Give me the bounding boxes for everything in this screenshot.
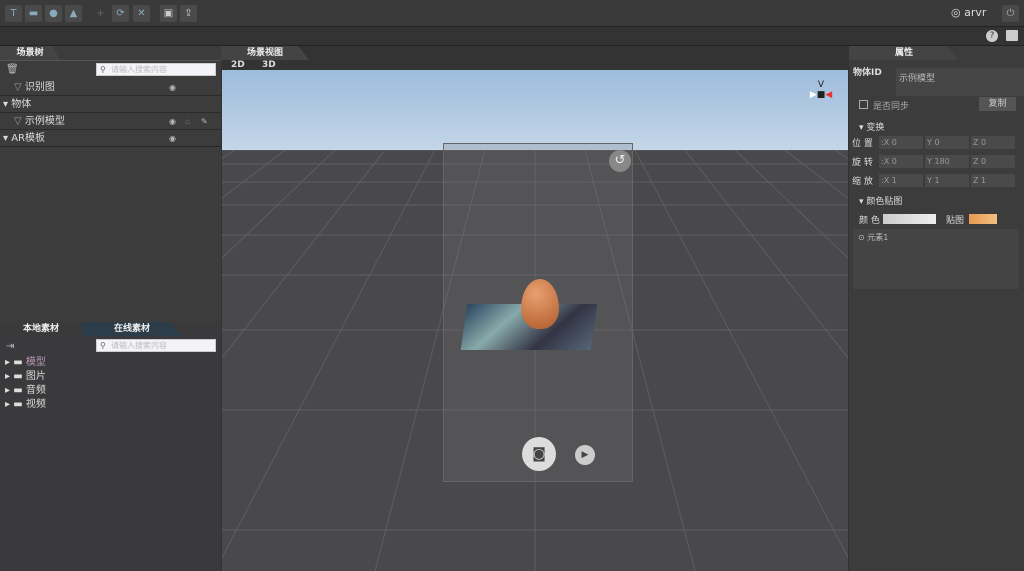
edit-icon[interactable]: ✎: [201, 114, 208, 130]
scene-search-input[interactable]: 请输入搜索内容: [96, 63, 216, 76]
element-item[interactable]: ⊙ 元素1: [858, 233, 888, 242]
power-icon[interactable]: ⏻: [1002, 5, 1019, 22]
transform-label: 位 置: [852, 139, 873, 149]
folder-item[interactable]: ▸ ▬ 模型: [5, 356, 46, 370]
tab-properties[interactable]: 属性: [849, 46, 959, 60]
tab-online-assets[interactable]: 在线素材: [82, 322, 182, 336]
object-id-input[interactable]: 示例模型: [896, 68, 1024, 96]
rotate-icon[interactable]: ↺: [609, 150, 631, 172]
color-swatch[interactable]: [883, 214, 936, 224]
y-field[interactable]: Y 0: [925, 136, 969, 149]
asset-search-input[interactable]: 请输入搜索内容: [96, 339, 216, 352]
scene-tree-panel: 场景树 🗑 请输入搜索内容 ▽ 识别图◉ ▾ 物体 ▽ 示例模型◉⌂✎ ▾ AR…: [0, 46, 221, 322]
material-section[interactable]: ▾ 颜色贴图: [859, 194, 902, 207]
mode-3d[interactable]: 3D: [262, 60, 276, 70]
y-field[interactable]: Y 1: [925, 174, 969, 187]
visibility-icon[interactable]: ◉: [169, 131, 176, 147]
sky: [222, 70, 848, 150]
mode-2d[interactable]: 2D: [231, 60, 245, 70]
texture-thumbnail[interactable]: [969, 214, 997, 224]
z-field[interactable]: Z 1: [971, 174, 1015, 187]
save-icon[interactable]: ▣: [160, 5, 177, 22]
assets-panel: 本地素材 在线素材 ⇥ 请输入搜索内容 ▸ ▬ 模型 ▸ ▬ 图片 ▸ ▬ 音频…: [0, 322, 221, 571]
image-icon[interactable]: ▲: [65, 5, 82, 22]
folder-item[interactable]: ▸ ▬ 音频: [5, 384, 46, 398]
message-icon[interactable]: [1006, 30, 1018, 41]
x-field[interactable]: :X 1: [879, 174, 923, 187]
delete-icon[interactable]: 🗑: [6, 64, 19, 75]
element-list: ⊙ 元素1: [853, 229, 1019, 289]
tree-group[interactable]: ▾ 物体: [0, 97, 221, 113]
tab-local-assets[interactable]: 本地素材: [0, 322, 82, 336]
folder-item[interactable]: ▸ ▬ 图片: [5, 370, 46, 384]
fullscreen-icon[interactable]: ✕: [133, 5, 150, 22]
video-button[interactable]: ▶: [575, 445, 595, 465]
copy-button[interactable]: 复制: [979, 97, 1016, 111]
transform-label: 旋 转: [852, 158, 873, 168]
egg-model[interactable]: [521, 279, 559, 329]
x-field[interactable]: :X 0: [879, 136, 923, 149]
tab-scene-view[interactable]: 场景视图: [221, 46, 309, 60]
transform-label: 缩 放: [852, 177, 873, 187]
export-icon[interactable]: ⇪: [180, 5, 197, 22]
user-menu[interactable]: ◎ arvr: [951, 6, 986, 19]
add-icon[interactable]: +: [92, 5, 109, 22]
camera-icon[interactable]: ▬: [25, 5, 42, 22]
text-icon[interactable]: T: [5, 5, 22, 22]
import-icon[interactable]: ⇥: [6, 341, 14, 352]
axis-gizmo[interactable]: V ▶■◀: [801, 80, 841, 100]
tree-group[interactable]: ▾ AR模板 ◉: [0, 131, 221, 147]
photo-button[interactable]: ◙: [522, 437, 556, 471]
z-field[interactable]: Z 0: [971, 155, 1015, 168]
phone-preview: ↺ ◙ ▶: [443, 143, 633, 482]
tree-item[interactable]: ▽ 识别图 ◉: [0, 80, 221, 96]
y-field[interactable]: Y 180: [925, 155, 969, 168]
location-icon[interactable]: ●: [45, 5, 62, 22]
tab-scene-tree[interactable]: 场景树: [0, 46, 60, 60]
help-icon[interactable]: ?: [986, 30, 998, 42]
sync-checkbox[interactable]: [859, 100, 868, 109]
secondary-toolbar: ?: [0, 27, 1024, 46]
folder-item[interactable]: ▸ ▬ 视频: [5, 398, 46, 412]
lock-icon[interactable]: ⌂: [185, 114, 190, 130]
visibility-icon[interactable]: ◉: [169, 114, 176, 130]
tree-item[interactable]: ▽ 示例模型 ◉ ⌂ ✎: [0, 114, 221, 130]
top-toolbar: T ▬ ● ▲ + ⟳ ✕ ▣ ⇪ ◎ arvr ⏻: [0, 0, 1024, 27]
x-field[interactable]: :X 0: [879, 155, 923, 168]
visibility-icon[interactable]: ◉: [169, 80, 176, 96]
transform-section[interactable]: ▾ 变换: [859, 120, 884, 133]
user-icon: ◎: [951, 6, 961, 19]
properties-panel: 属性 物体ID 示例模型 是否同步 复制 ▾ 变换 位 置 :X 0 Y 0 Z…: [849, 46, 1024, 571]
scene-view-panel: 场景视图 2D 3D V ▶■◀ ↺ ◙ ▶: [221, 46, 849, 571]
z-field[interactable]: Z 0: [971, 136, 1015, 149]
refresh-icon[interactable]: ⟳: [112, 5, 129, 22]
